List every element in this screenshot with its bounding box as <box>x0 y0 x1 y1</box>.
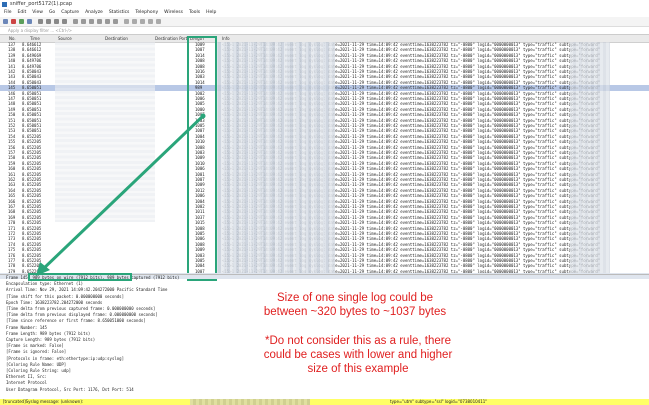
annotation-arrow-line <box>40 114 205 272</box>
size-annotation: Size of one single log could be between … <box>263 292 447 318</box>
status-right-text: type="utm" subtype="ssl" logid="07380104… <box>390 399 488 404</box>
annotation-arrow-origin <box>200 113 206 119</box>
status-bar: [truncated]Syslog message: (unknown): ty… <box>0 399 649 405</box>
disclaimer-annotation: *Do not consider this as a rule, there c… <box>263 335 453 375</box>
status-left-text: [truncated]Syslog message: (unknown): <box>3 399 84 404</box>
redacted-status-region <box>190 399 310 405</box>
